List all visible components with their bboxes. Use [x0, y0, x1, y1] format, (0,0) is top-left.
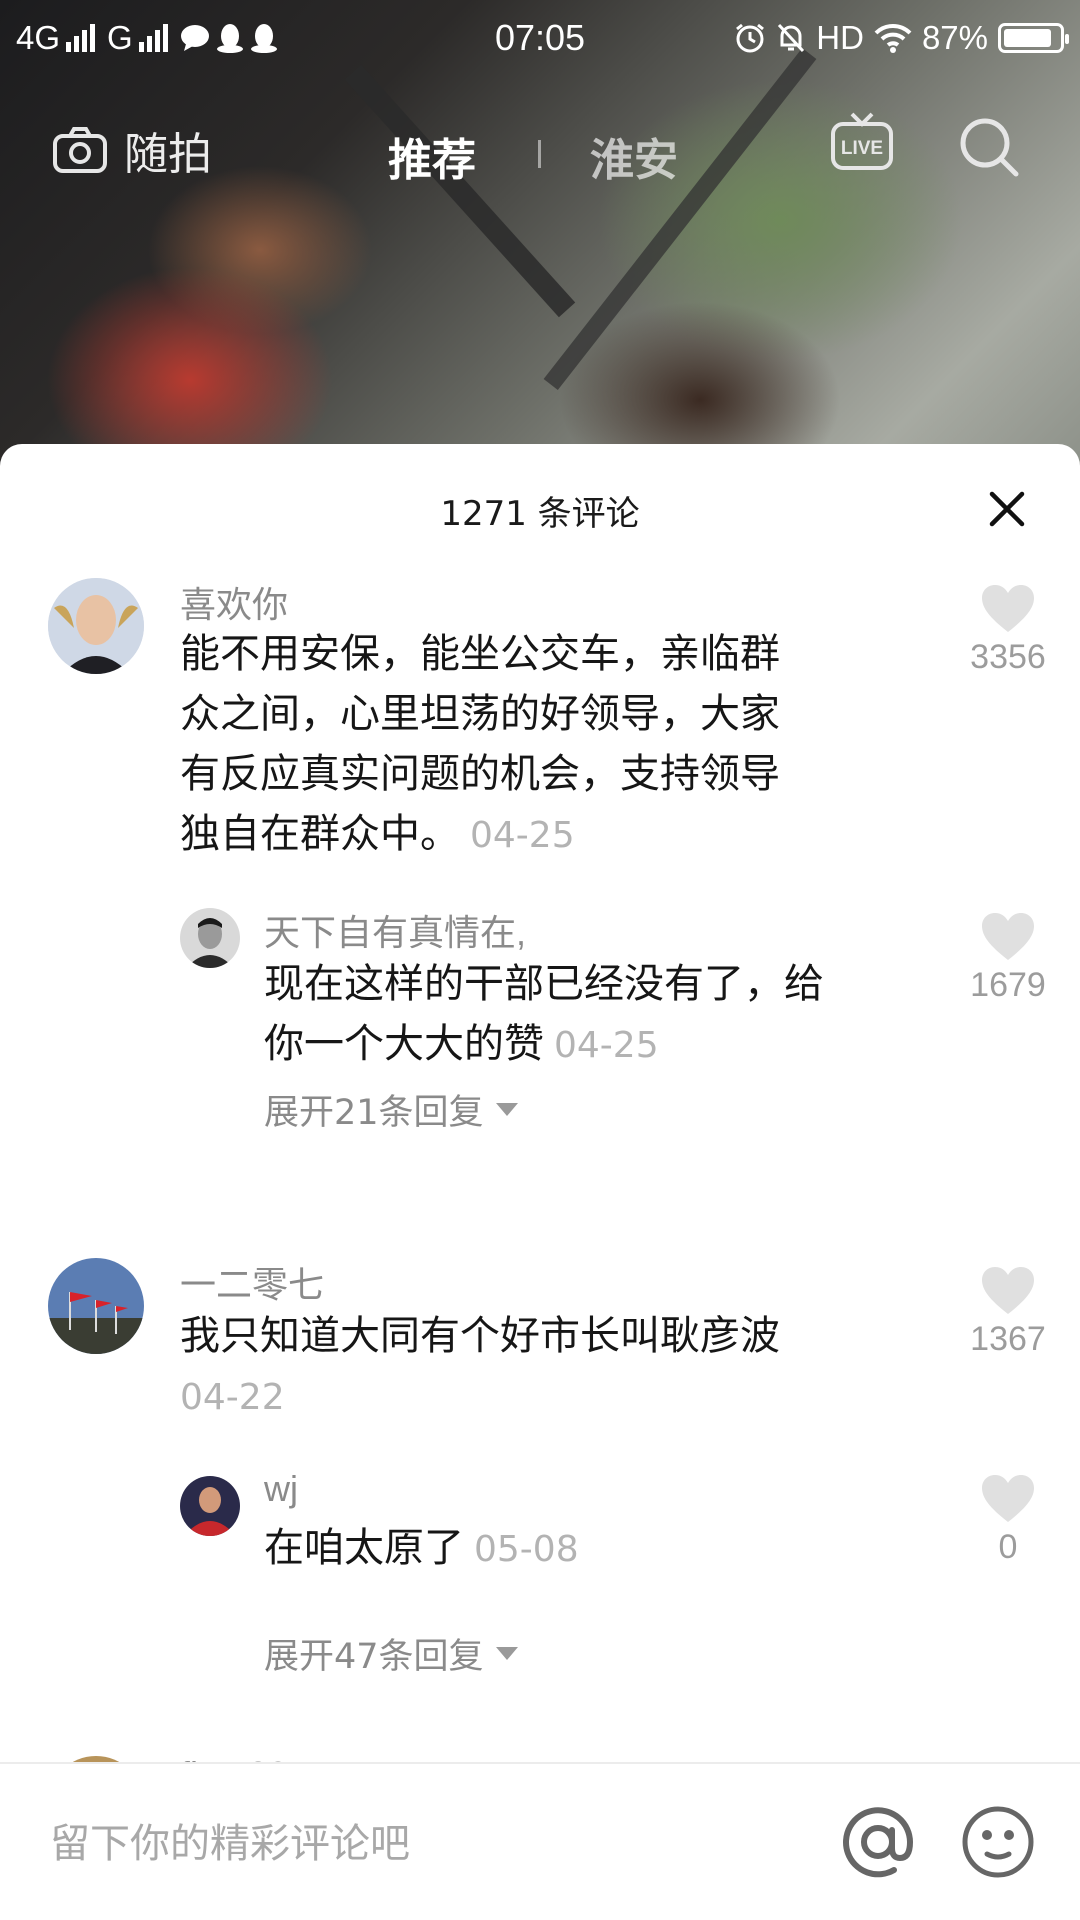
like-count: 0 — [998, 1528, 1018, 1566]
like-button[interactable]: 1367 — [948, 1266, 1068, 1359]
heart-icon — [982, 585, 1034, 632]
reply-date: 05-08 — [474, 1529, 579, 1570]
comment-count-title: 1271 条评论 — [440, 494, 640, 534]
alarm-icon — [736, 23, 765, 53]
reply-author[interactable]: 天下自有真情在, — [264, 904, 526, 956]
reply-author[interactable]: wj — [264, 1468, 298, 1510]
heart-icon — [982, 1475, 1034, 1522]
comment-text: 我只知道大同有个好市长叫耿彦波 04-22 — [180, 1306, 900, 1428]
signal-icon — [66, 24, 96, 52]
comment-line: 能不用安保，能坐公交车，亲临群 — [180, 631, 780, 677]
live-tv-icon: LIVE — [831, 112, 893, 170]
mention-button[interactable] — [840, 1804, 916, 1880]
like-count: 3356 — [970, 638, 1046, 676]
avatar-image — [48, 1258, 144, 1354]
triangle-down-icon — [495, 1103, 518, 1116]
avatar-image — [180, 1476, 240, 1536]
status-right: HD 87% — [734, 19, 1069, 57]
at-icon — [843, 1807, 914, 1878]
expand-replies-button[interactable]: 展开47条回复 — [264, 1628, 518, 1679]
smiley-icon — [962, 1806, 1034, 1878]
camera-icon — [53, 127, 107, 173]
avatar-image — [48, 578, 144, 674]
battery-icon — [998, 23, 1069, 53]
network-type-2: G — [107, 19, 133, 56]
penguin-icon — [216, 24, 243, 53]
expand-replies-label: 展开21条回复 — [264, 1093, 484, 1133]
signal-icon-2 — [138, 24, 168, 52]
reply-line: 在咱太原了 — [264, 1525, 464, 1571]
shoot-button[interactable]: 随拍 — [52, 118, 212, 182]
live-button[interactable]: LIVE — [830, 110, 894, 183]
chat-bubble-icon — [180, 25, 209, 51]
battery-percent: 87% — [921, 19, 988, 56]
emoji-button[interactable] — [960, 1804, 1036, 1880]
tab-divider — [538, 140, 541, 168]
comment-author[interactable]: 喜欢你 — [180, 576, 288, 628]
tab-recommend[interactable]: 推荐 — [388, 124, 476, 188]
penguin-icon-2 — [250, 24, 277, 53]
reply-line: 你一个大大的赞 — [264, 1021, 544, 1067]
comment-text: 能不用安保，能坐公交车，亲临群 众之间，心里坦荡的好领导，大家 有反应真实问题的… — [180, 624, 900, 866]
expand-replies-label: 展开47条回复 — [264, 1637, 484, 1677]
reply-text: 在咱太原了 05-08 — [264, 1518, 924, 1580]
comment-line: 独自在群众中。 — [180, 811, 460, 857]
expand-replies-button[interactable]: 展开21条回复 — [264, 1084, 518, 1135]
comment-line: 我只知道大同有个好市长叫耿彦波 — [180, 1313, 780, 1359]
tab-city[interactable]: 淮安 — [590, 124, 678, 188]
reply-line: 现在这样的干部已经没有了，给 — [264, 961, 824, 1007]
network-type-1: 4G — [16, 19, 61, 56]
live-label: LIVE — [841, 138, 883, 159]
status-left: 4G G — [16, 19, 278, 57]
comment-date: 04-25 — [470, 815, 575, 856]
battery-fill — [1004, 29, 1051, 47]
avatar[interactable] — [48, 1258, 144, 1354]
shoot-label: 随拍 — [124, 129, 212, 180]
search-button[interactable] — [958, 116, 1020, 189]
wifi-icon — [874, 23, 912, 53]
comments-sheet: 1271 条评论 喜欢你 能不用安保，能坐公交车，亲临群 众之间，心里坦荡的好领… — [0, 444, 1080, 1920]
reply-avatar[interactable] — [180, 908, 240, 968]
comment-input[interactable] — [50, 1804, 790, 1884]
triangle-down-icon — [495, 1647, 518, 1660]
reply-like-button[interactable]: 1679 — [948, 912, 1068, 1005]
heart-icon — [982, 1267, 1034, 1314]
comment-input-bar — [0, 1762, 1080, 1920]
status-bar: 4G G 07:05 HD 87% — [0, 0, 1080, 76]
avatar-image — [180, 908, 240, 968]
close-button[interactable] — [980, 482, 1034, 536]
reply-text: 现在这样的干部已经没有了，给 你一个大大的赞 04-25 — [264, 954, 924, 1076]
heart-icon — [982, 913, 1034, 960]
reply-like-button[interactable]: 0 — [948, 1474, 1068, 1567]
reply-date: 04-25 — [554, 1025, 659, 1066]
mute-bell-icon — [778, 23, 805, 53]
like-count: 1679 — [970, 966, 1046, 1004]
close-icon — [989, 491, 1025, 527]
avatar[interactable] — [48, 578, 144, 674]
top-nav: 随拍 推荐 淮安 LIVE — [0, 100, 1080, 200]
like-count: 1367 — [970, 1320, 1046, 1358]
sheet-header: 1271 条评论 — [0, 444, 1080, 564]
like-button[interactable]: 3356 — [948, 584, 1068, 677]
comment-line: 有反应真实问题的机会，支持领导 — [180, 751, 780, 797]
comment-author[interactable]: 一二零七 — [180, 1256, 324, 1308]
hd-indicator: HD — [816, 19, 864, 56]
comment-line: 众之间，心里坦荡的好领导，大家 — [180, 691, 780, 737]
search-icon — [960, 118, 1019, 177]
comment-date: 04-22 — [180, 1377, 285, 1418]
screen: 4G G 07:05 HD 87% 随拍 推荐 淮安 LIVE 1271 条评论… — [0, 0, 1080, 1920]
reply-avatar[interactable] — [180, 1476, 240, 1536]
